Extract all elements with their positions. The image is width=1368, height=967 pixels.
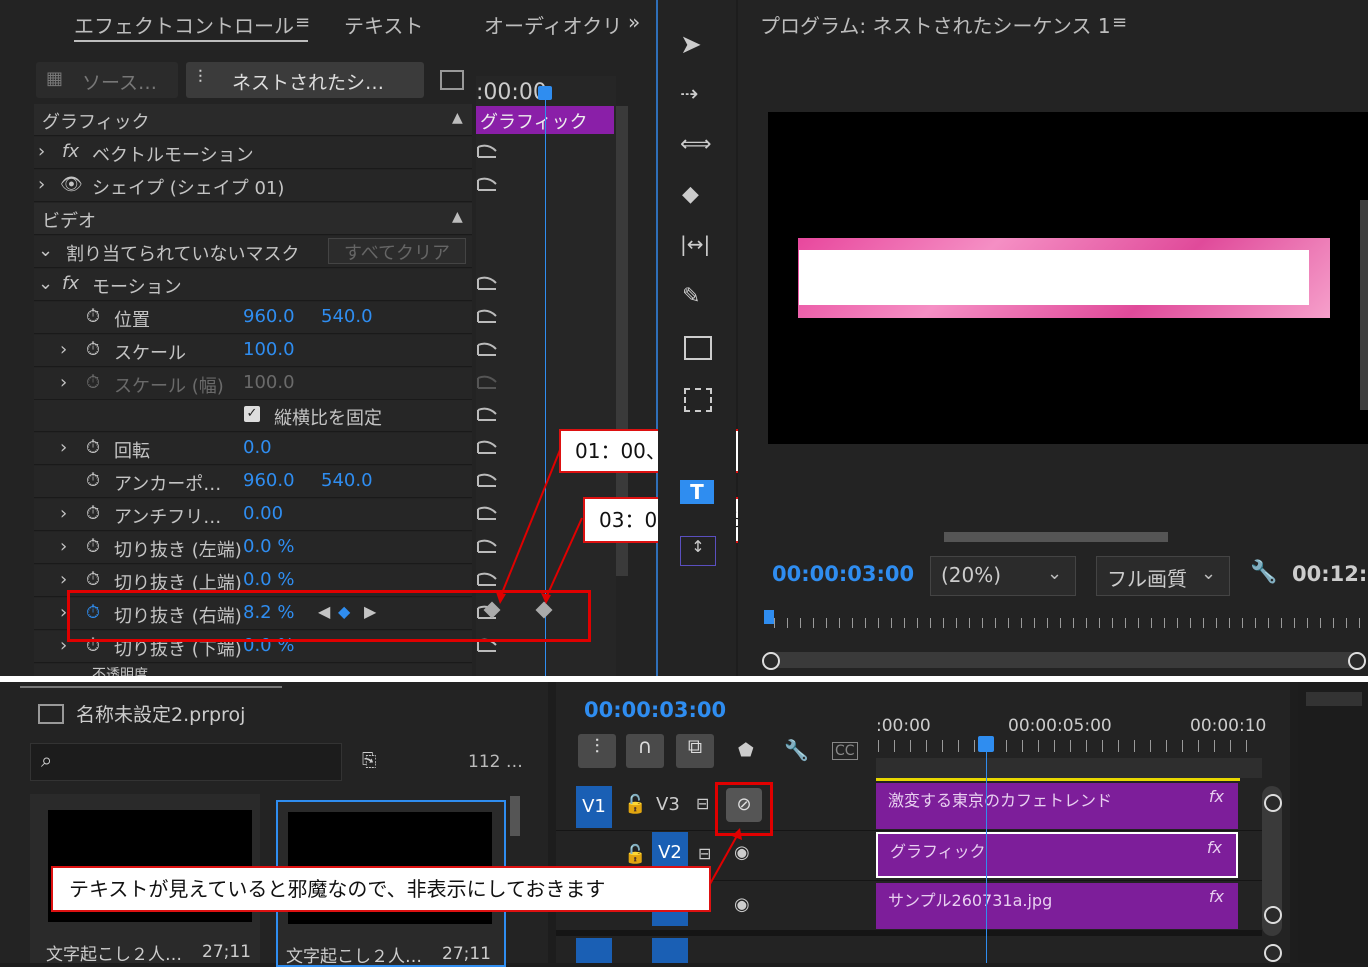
project-item-duration: 27;11 (442, 944, 491, 964)
track-v3-label: V3 (656, 794, 680, 815)
fx-badge: fx (1208, 887, 1224, 906)
wrench-icon[interactable]: 🔧 (784, 738, 809, 762)
timeline-timecode[interactable]: 00:00:03:00 (584, 698, 726, 722)
find-icon[interactable]: ⎘ (362, 750, 376, 771)
track-divider (556, 830, 1262, 831)
chevron-down-icon: ⌄ (1047, 563, 1063, 584)
timeline-clip-image[interactable]: サンプル260731a.jpg fx (876, 883, 1238, 929)
scroll-handle-top[interactable] (1264, 794, 1282, 812)
search-icon: ⌕ (41, 748, 53, 772)
linked-selection-button[interactable]: ⧉ (676, 734, 714, 768)
wrench-icon[interactable]: 🔧 (1250, 560, 1277, 585)
pen-tool-icon[interactable]: ✎ (682, 284, 718, 320)
program-monitor-panel: プログラム: ネストされたシーケンス 1 ≡ 00:00:03:00 (20%)… (738, 0, 1368, 676)
audio-meter (1306, 692, 1362, 706)
ruler-label-2: 00:00:10 (1190, 716, 1267, 736)
right-edge-panel (1298, 682, 1368, 963)
program-monitor-title[interactable]: プログラム: ネストされたシーケンス 1 (760, 10, 1111, 39)
marker-icon[interactable]: ⬟ (738, 740, 754, 761)
chevron-down-icon: ⌄ (1201, 563, 1217, 584)
snap-button[interactable]: ∩ (626, 734, 664, 768)
monitor-scrollbar-h[interactable] (944, 532, 1168, 542)
project-scrollbar[interactable] (510, 796, 520, 836)
timeline-ruler-strip (876, 758, 1262, 778)
item-count: 112 … (468, 752, 523, 772)
quality-dropdown[interactable]: フル画質 ⌄ (1096, 556, 1230, 596)
white-text-box (799, 250, 1309, 305)
project-panel: 名称未設定2.prproj ⌕ ⎘ 112 … 文字起こし２人… 27;11 文… (0, 682, 548, 967)
tools-panel: ➤ ⇢ ⟺ ◆ |↔| ✎ T ↕ (658, 0, 736, 676)
zoom-bar-left-handle[interactable] (762, 652, 780, 670)
ruler-ticks (774, 618, 1368, 628)
program-timecode[interactable]: 00:00:03:00 (772, 562, 914, 586)
timeline-clip-text[interactable]: 激変する東京のカフェトレンド fx (876, 783, 1238, 829)
track-divider (556, 930, 1262, 936)
slip-tool-icon[interactable]: |↔| (680, 232, 716, 268)
timeline-ruler-ticks[interactable] (878, 740, 1262, 752)
ruler-label-1: 00:00:05:00 (1008, 716, 1112, 736)
ripple-edit-tool-icon[interactable]: ⟺ (680, 132, 716, 168)
project-item-label: 文字起こし２人… (286, 947, 422, 967)
timeline-clip-graphic[interactable]: グラフィック fx (876, 832, 1238, 878)
razor-tool-icon[interactable]: ◆ (682, 182, 718, 218)
timeline-playhead-handle[interactable] (978, 736, 994, 752)
scroll-handle-extra[interactable] (1264, 944, 1282, 962)
ruler-label-0: :00:00 (876, 716, 931, 736)
duration-timecode: 00:12:5 (1292, 562, 1368, 586)
monitor-scrollbar-v[interactable] (1360, 200, 1368, 410)
fx-badge: fx (1208, 787, 1224, 806)
quality-label: フル画質 (1107, 567, 1187, 591)
vertical-type-tool-icon[interactable]: ↕ (680, 536, 716, 566)
folder-icon (38, 704, 64, 724)
monitor-playhead[interactable] (764, 610, 774, 624)
search-input[interactable]: ⌕ (30, 743, 342, 781)
timeline-playhead[interactable] (986, 740, 987, 963)
project-item-label: 文字起こし２人… (46, 945, 182, 965)
type-tool-icon[interactable]: T (680, 480, 714, 504)
marquee-tool-icon[interactable] (684, 388, 712, 412)
track-v1-source[interactable]: V1 (576, 786, 612, 828)
lock-icon[interactable]: 🔓 (624, 844, 646, 865)
track-a1-source[interactable] (576, 938, 612, 963)
panel-menu-icon[interactable]: ≡ (1112, 12, 1127, 33)
clip-name: 激変する東京のカフェトレンド (888, 791, 1113, 810)
rectangle-tool-icon[interactable] (684, 336, 712, 360)
work-area-bar[interactable] (876, 778, 1240, 781)
eye-icon[interactable]: ◉ (734, 894, 750, 915)
zoom-bar-right-handle[interactable] (1348, 652, 1366, 670)
project-item-duration: 27;11 (202, 942, 251, 962)
project-name: 名称未設定2.prproj (76, 704, 246, 726)
sync-lock-icon[interactable]: ⊟ (696, 794, 709, 813)
scroll-handle-bottom[interactable] (1264, 906, 1282, 924)
track-a1-target[interactable] (652, 938, 688, 963)
lock-icon[interactable]: 🔓 (624, 794, 646, 815)
insert-nest-button[interactable]: ⫶ (578, 734, 616, 768)
zoom-bar[interactable] (764, 652, 1358, 668)
zoom-dropdown[interactable]: (20%) ⌄ (930, 556, 1076, 596)
monitor-ruler[interactable] (764, 610, 1368, 632)
fx-badge: fx (1206, 838, 1222, 857)
track-select-tool-icon[interactable]: ⇢ (680, 82, 716, 118)
callout-hide-text: テキストが見えていると邪魔なので、非表示にしておきます (51, 866, 711, 912)
captions-icon[interactable]: CC (832, 742, 858, 760)
zoom-label: (20%) (941, 563, 1002, 587)
clip-name: グラフィック (890, 842, 986, 861)
project-tab-underline (20, 686, 282, 688)
selection-tool-icon[interactable]: ➤ (680, 30, 716, 66)
clip-name: サンプル260731a.jpg (888, 891, 1053, 910)
